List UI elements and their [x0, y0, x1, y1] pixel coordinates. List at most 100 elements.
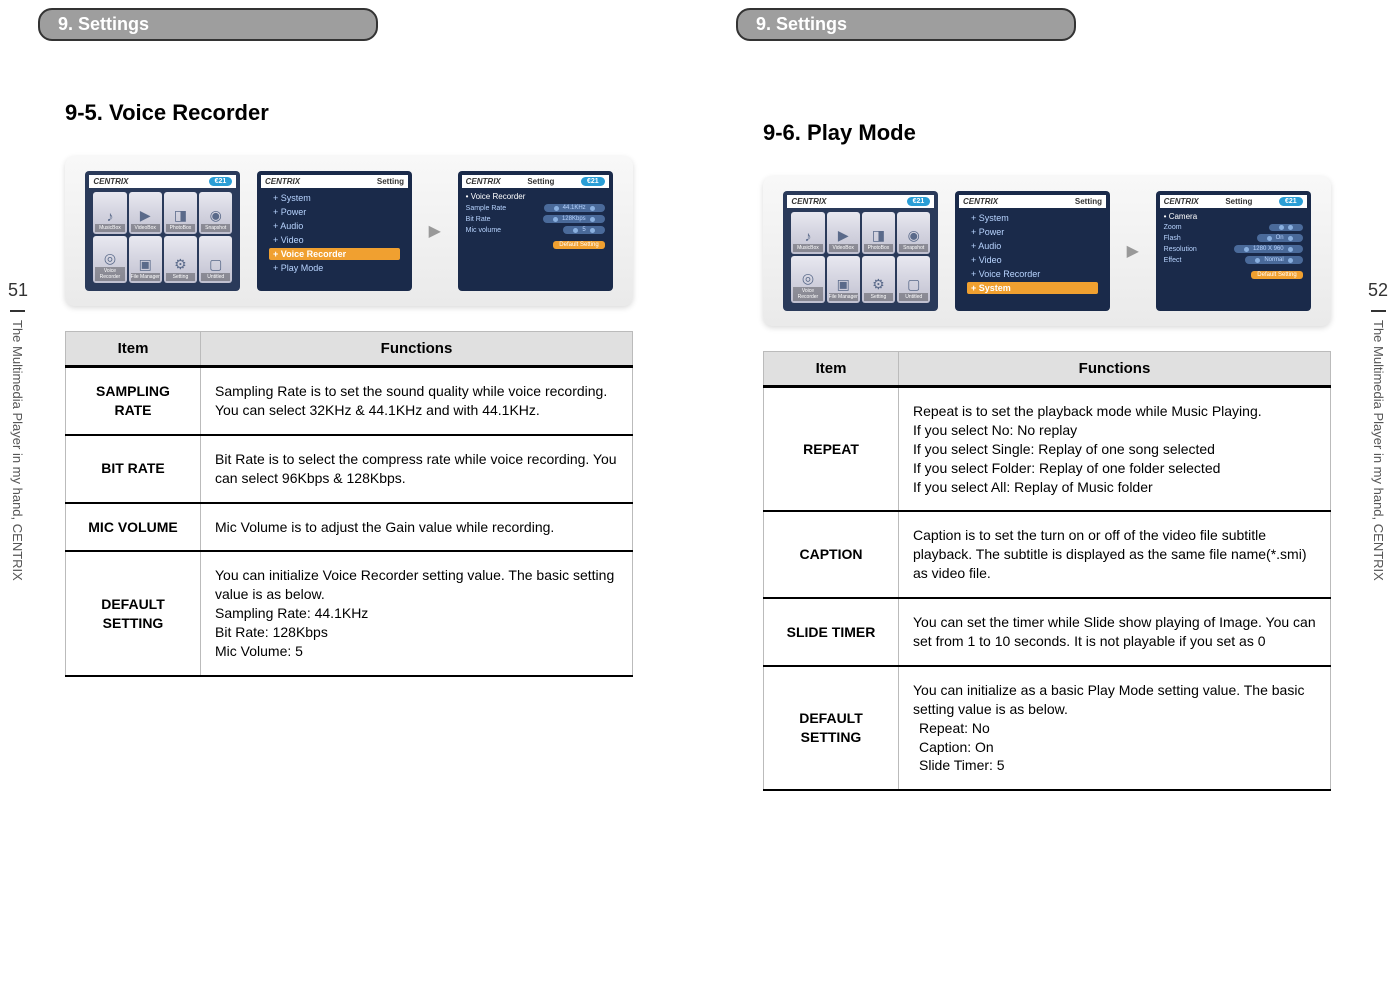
content-right: 9-6. Play Mode CENTRIX €21 ♪MusicBox ▶Vi…: [763, 100, 1331, 791]
row-repeat: REPEAT: [764, 387, 899, 512]
menu-system-active: + System: [967, 282, 1098, 294]
icon-untitled: ▢Untitled: [199, 236, 232, 284]
default-setting-btn: Default Setting: [1251, 271, 1302, 279]
row-default-setting-func: You can initialize Voice Recorder settin…: [201, 551, 633, 675]
icon-grid: ♪MusicBox ▶VideoBox ◨PhotoBox ◉Snapshot …: [787, 208, 934, 307]
table-row: BIT RATE Bit Rate is to select the compr…: [66, 435, 633, 503]
th-functions: Functions: [899, 352, 1331, 387]
row-default-setting: DEFAULT SETTING: [764, 666, 899, 790]
row-slide-timer-func: You can set the timer while Slide show p…: [899, 598, 1331, 666]
device-status: €21: [581, 177, 605, 186]
row-repeat-func: Repeat is to set the playback mode while…: [899, 387, 1331, 512]
device-logo: CENTRIX: [265, 177, 300, 186]
icon-untitled: ▢Untitled: [897, 256, 930, 304]
row-mic-volume-func: Mic Volume is to adjust the Gain value w…: [201, 503, 633, 552]
arrow-icon: ▶: [1127, 241, 1139, 261]
device-header: CENTRIX €21: [89, 175, 236, 188]
table-header-row: Item Functions: [764, 352, 1331, 387]
menu-audio: + Audio: [269, 220, 400, 232]
device-header: CENTRIX Setting: [261, 175, 408, 188]
table-row: DEFAULT SETTING You can initialize Voice…: [66, 551, 633, 675]
table-row: SLIDE TIMER You can set the timer while …: [764, 598, 1331, 666]
row-bit-rate-func: Bit Rate is to select the compress rate …: [201, 435, 633, 503]
table-row: DEFAULT SETTING You can initialize as a …: [764, 666, 1331, 790]
device-logo: CENTRIX: [1164, 197, 1199, 206]
setting-effect: EffectNormal: [1164, 256, 1303, 264]
section-tab: 9. Settings: [38, 8, 378, 41]
default-setting-btn: Default Setting: [553, 241, 604, 249]
device-screen-detail: CENTRIX Setting €21 • Camera Zoom FlashO…: [1156, 191, 1311, 311]
th-item: Item: [66, 332, 201, 367]
device-header: CENTRIX Setting €21: [462, 175, 609, 188]
setting-resolution: Resolution1280 X 960: [1164, 245, 1303, 253]
menu-video: + Video: [967, 254, 1098, 266]
device-header: CENTRIX €21: [787, 195, 934, 208]
table-row: REPEAT Repeat is to set the playback mod…: [764, 387, 1331, 512]
arrow-icon: ▶: [429, 221, 441, 241]
device-logo: CENTRIX: [466, 177, 501, 186]
device-status: €21: [209, 177, 233, 186]
section-tab: 9. Settings: [736, 8, 1076, 41]
setting-mic-volume: Mic volume5: [466, 226, 605, 234]
icon-voicerecorder: ◎Voice Recorder: [791, 256, 824, 304]
device-header-title: Setting: [527, 177, 554, 186]
page-left: 9. Settings 51 The Multimedia Player in …: [0, 0, 698, 993]
side-brand-text: The Multimedia Player in my hand, CENTRI…: [10, 310, 25, 581]
page-right: 9. Settings 52 The Multimedia Player in …: [698, 0, 1396, 993]
th-functions: Functions: [201, 332, 633, 367]
icon-voicerecorder: ◎Voice Recorder: [93, 236, 126, 284]
device-logo: CENTRIX: [963, 197, 998, 206]
device-screenshots: CENTRIX €21 ♪MusicBox ▶VideoBox ◨PhotoBo…: [65, 156, 633, 306]
voice-recorder-table: Item Functions SAMPLING RATE Sampling Ra…: [65, 331, 633, 677]
row-default-setting-func: You can initialize as a basic Play Mode …: [899, 666, 1331, 790]
row-caption-func: Caption is to set the turn on or off of …: [899, 511, 1331, 598]
icon-musicbox: ♪MusicBox: [791, 212, 824, 254]
icon-snapshot: ◉Snapshot: [897, 212, 930, 254]
device-status: €21: [1279, 197, 1303, 206]
icon-grid: ♪MusicBox ▶VideoBox ◨PhotoBox ◉Snapshot …: [89, 188, 236, 287]
settings-title: • Voice Recorder: [466, 192, 605, 201]
menu-system: + System: [269, 192, 400, 204]
device-header-title: Setting: [1075, 197, 1102, 206]
table-row: MIC VOLUME Mic Volume is to adjust the G…: [66, 503, 633, 552]
device-screenshots: CENTRIX €21 ♪MusicBox ▶VideoBox ◨PhotoBo…: [763, 176, 1331, 326]
icon-musicbox: ♪MusicBox: [93, 192, 126, 234]
icon-videobox: ▶VideoBox: [129, 192, 162, 234]
icon-photobox: ◨PhotoBox: [862, 212, 895, 254]
menu-voice-recorder: + Voice Recorder: [967, 268, 1098, 280]
th-item: Item: [764, 352, 899, 387]
row-caption: CAPTION: [764, 511, 899, 598]
heading-play-mode: 9-6. Play Mode: [763, 120, 1331, 146]
settings-title: • Camera: [1164, 212, 1303, 221]
icon-videobox: ▶VideoBox: [827, 212, 860, 254]
setting-zoom: Zoom: [1164, 224, 1303, 231]
row-default-setting: DEFAULT SETTING: [66, 551, 201, 675]
menu-voice-recorder: + Voice Recorder: [269, 248, 400, 260]
icon-photobox: ◨PhotoBox: [164, 192, 197, 234]
table-row: SAMPLING RATE Sampling Rate is to set th…: [66, 367, 633, 435]
heading-voice-recorder: 9-5. Voice Recorder: [65, 100, 633, 126]
setting-bit-rate: Bit Rate128Kbps: [466, 215, 605, 223]
icon-snapshot: ◉Snapshot: [199, 192, 232, 234]
device-screen-menu: CENTRIX Setting + System + Power + Audio…: [955, 191, 1110, 311]
device-screen-menu: CENTRIX Setting + System + Power + Audio…: [257, 171, 412, 291]
play-mode-table: Item Functions REPEAT Repeat is to set t…: [763, 351, 1331, 791]
icon-filemanager: ▣File Manager: [827, 256, 860, 304]
setting-flash: FlashOn: [1164, 234, 1303, 242]
table-header-row: Item Functions: [66, 332, 633, 367]
icon-setting: ⚙Setting: [164, 236, 197, 284]
icon-filemanager: ▣File Manager: [129, 236, 162, 284]
device-header-title: Setting: [1225, 197, 1252, 206]
row-sampling-rate-func: Sampling Rate is to set the sound qualit…: [201, 367, 633, 435]
menu-audio: + Audio: [967, 240, 1098, 252]
settings-menu: + System + Power + Audio + Video + Voice…: [261, 188, 408, 278]
settings-detail: • Voice Recorder Sample Rate44.1KHz Bit …: [462, 188, 609, 253]
menu-power: + Power: [967, 226, 1098, 238]
menu-system: + System: [967, 212, 1098, 224]
settings-menu: + System + Power + Audio + Video + Voice…: [959, 208, 1106, 298]
device-status: €21: [907, 197, 931, 206]
table-row: CAPTION Caption is to set the turn on or…: [764, 511, 1331, 598]
device-header-title: Setting: [377, 177, 404, 186]
menu-video: + Video: [269, 234, 400, 246]
device-header: CENTRIX Setting €21: [1160, 195, 1307, 208]
